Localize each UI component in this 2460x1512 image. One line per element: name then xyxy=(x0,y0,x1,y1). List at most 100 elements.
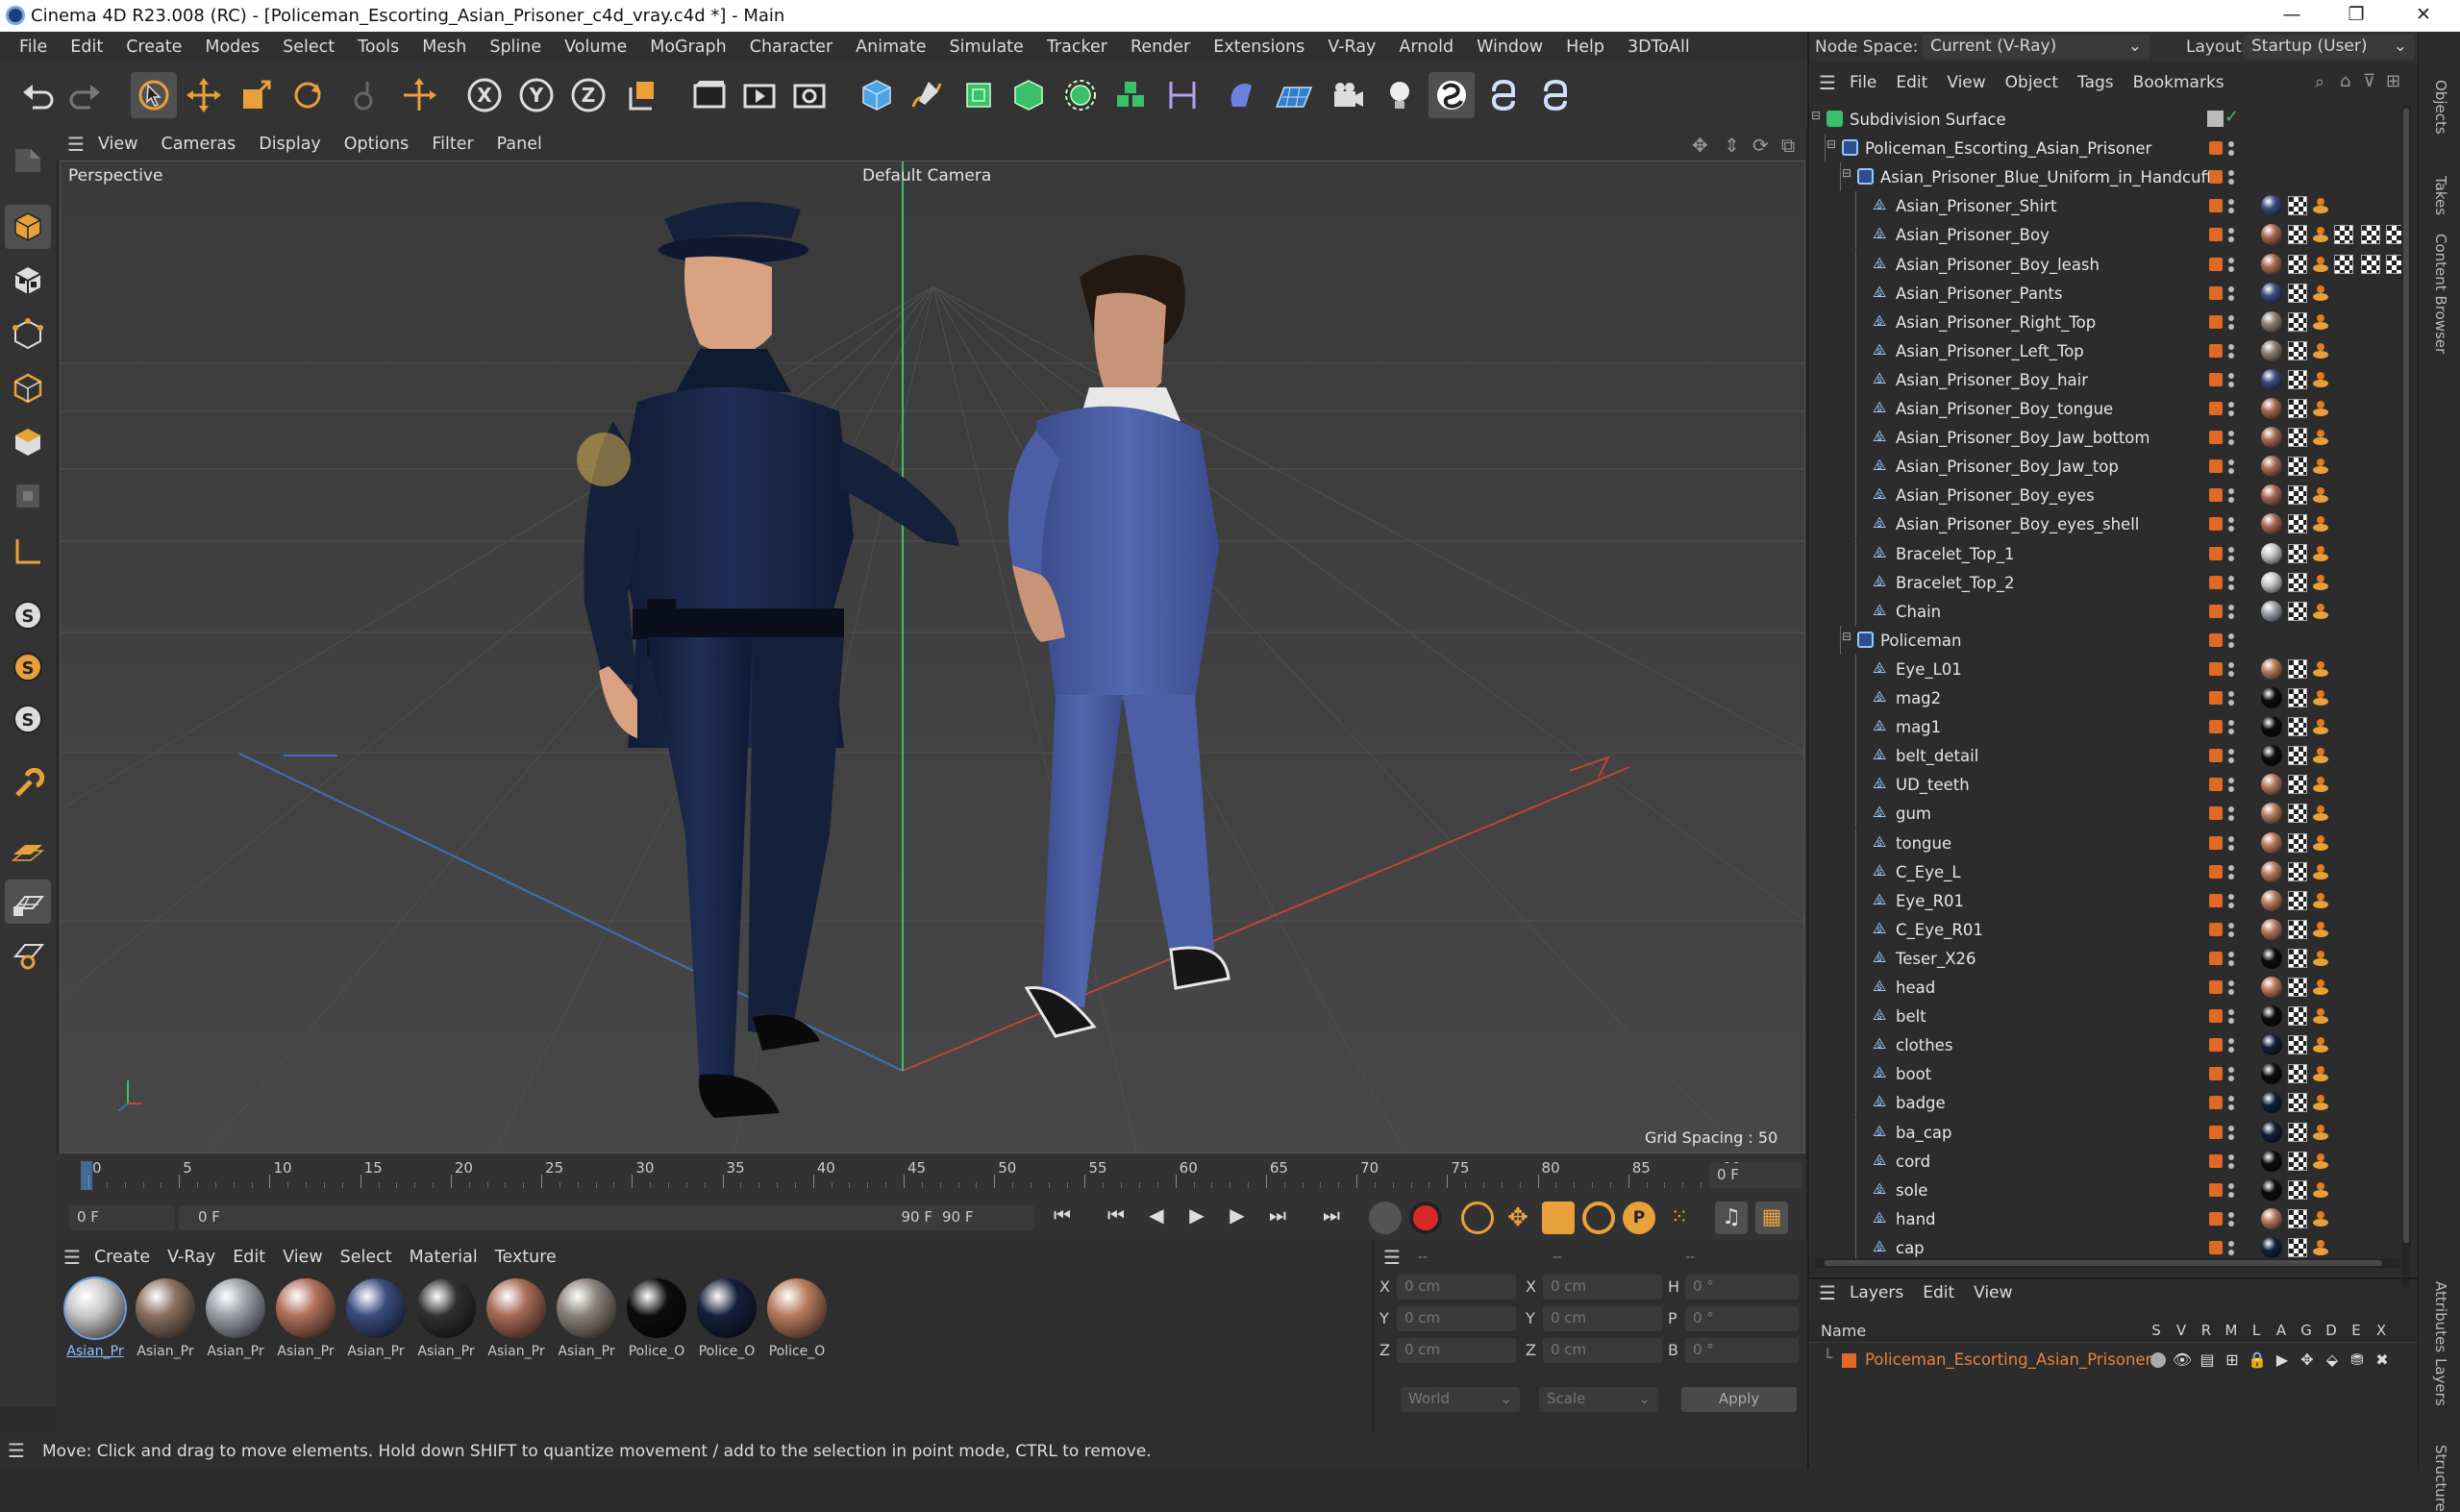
material-menu-view[interactable]: View xyxy=(283,1248,333,1267)
object-name[interactable]: head xyxy=(1896,979,1935,997)
uvw-tag-icon[interactable] xyxy=(2288,369,2307,389)
uvw-tag-icon[interactable] xyxy=(2288,485,2307,506)
uvw-tag-icon[interactable] xyxy=(2288,978,2307,997)
side-tab-structure[interactable]: Structure xyxy=(2432,1445,2449,1512)
coord-space-select[interactable]: World ⌄ xyxy=(1401,1387,1520,1412)
side-tab-takes[interactable]: Takes xyxy=(2432,176,2449,215)
status-hamburger-icon[interactable]: ☰ xyxy=(8,1439,25,1462)
previous-frame-icon[interactable]: ◀ xyxy=(1140,1203,1173,1227)
layer-color-swatch[interactable] xyxy=(2209,575,2223,589)
close-button[interactable]: ✕ xyxy=(2398,4,2448,29)
visibility-dots-icon[interactable] xyxy=(2228,1036,2234,1053)
material-menu-select[interactable]: Select xyxy=(340,1248,402,1267)
menu-extensions[interactable]: Extensions xyxy=(1202,37,1316,57)
object-row[interactable]: ⧌ C_Eye_R01 xyxy=(1809,914,2405,944)
visibility-dots-icon[interactable] xyxy=(2228,660,2234,678)
render-view-icon[interactable] xyxy=(736,72,783,118)
expand-toggle-icon[interactable]: ⊟ xyxy=(1842,166,1851,180)
material-swatch[interactable]: Asian_Pr xyxy=(272,1278,339,1371)
object-row[interactable]: ⧌ Eye_R01 xyxy=(1809,885,2405,915)
layer-color-swatch[interactable] xyxy=(2209,980,2223,994)
go-to-start-icon[interactable]: ⏮ xyxy=(1046,1203,1079,1227)
object-name[interactable]: gum xyxy=(1896,805,1931,823)
object-name[interactable]: badge xyxy=(1896,1094,1946,1112)
visibility-dots-icon[interactable] xyxy=(2228,197,2234,214)
material-tag-icon[interactable] xyxy=(2261,1034,2282,1056)
vray-tag-icon[interactable] xyxy=(2313,1066,2328,1082)
uvw-tag-icon[interactable] xyxy=(2288,196,2307,216)
vray-tag-icon[interactable] xyxy=(2313,921,2328,937)
layer-deformer-icon[interactable]: ⬙ xyxy=(2321,1351,2344,1370)
minimize-button[interactable]: — xyxy=(2267,4,2317,29)
object-name[interactable]: Asian_Prisoner_Shirt xyxy=(1896,197,2056,215)
layer-color-swatch[interactable] xyxy=(2209,1153,2223,1168)
material-tag-icon[interactable] xyxy=(2261,427,2282,449)
material-tag-icon[interactable] xyxy=(2261,774,2282,796)
layer-animation-icon[interactable]: ▶ xyxy=(2271,1351,2294,1370)
axis-mode-icon[interactable] xyxy=(5,530,51,574)
python-script-icon[interactable] xyxy=(1480,72,1527,118)
key-position-icon[interactable]: ✥ xyxy=(1502,1202,1534,1234)
field-icon[interactable] xyxy=(1217,72,1263,118)
material-tag-icon[interactable] xyxy=(2261,1150,2282,1172)
object-row[interactable]: ⧌ Chain xyxy=(1809,596,2405,626)
light-icon[interactable] xyxy=(1377,72,1423,118)
object-name[interactable]: tongue xyxy=(1896,834,1951,853)
material-tag-icon[interactable] xyxy=(2261,1207,2282,1229)
visibility-dots-icon[interactable] xyxy=(2228,313,2234,331)
render-region-icon[interactable] xyxy=(686,72,733,118)
visibility-dots-icon[interactable] xyxy=(2228,1181,2234,1199)
material-menu-texture[interactable]: Texture xyxy=(495,1248,566,1267)
uvw-tag-icon[interactable] xyxy=(2288,1093,2307,1113)
edge-mode-icon[interactable] xyxy=(5,366,51,410)
visibility-dots-icon[interactable] xyxy=(2228,921,2234,938)
side-tab-layers[interactable]: Layers xyxy=(2432,1358,2449,1406)
object-name[interactable]: C_Eye_R01 xyxy=(1896,921,1983,939)
vray-tag-icon[interactable] xyxy=(2313,806,2328,822)
undo-icon[interactable] xyxy=(13,72,60,118)
vray-tag-icon[interactable] xyxy=(2313,1153,2328,1169)
object-name[interactable]: Teser_X26 xyxy=(1896,950,1976,968)
key-pla-icon[interactable]: ⁙ xyxy=(1663,1202,1696,1234)
material-tag-icon[interactable] xyxy=(2261,657,2282,680)
layer-color-swatch[interactable] xyxy=(2209,1038,2223,1053)
menu-volume[interactable]: Volume xyxy=(553,37,638,57)
object-name[interactable]: sole xyxy=(1896,1181,1927,1200)
material-swatch[interactable]: Asian_Pr xyxy=(342,1278,410,1371)
vray-tag-icon[interactable] xyxy=(2313,777,2328,793)
material-tag-icon[interactable] xyxy=(2261,889,2282,911)
uvw-tag-icon[interactable] xyxy=(2361,225,2380,245)
vray-tag-icon[interactable] xyxy=(2313,748,2328,764)
search-icon[interactable]: ⌕ xyxy=(2315,72,2324,92)
object-name[interactable]: Asian_Prisoner_Right_Top xyxy=(1896,313,2096,332)
layer-solo-icon[interactable] xyxy=(2150,1352,2166,1368)
object-tree-scrollbar[interactable] xyxy=(2401,105,2411,1287)
layer-xref-icon[interactable]: ✖ xyxy=(2371,1351,2394,1370)
extrude-generator-icon[interactable] xyxy=(1006,72,1052,118)
layer-manager-icon[interactable]: ⊞ xyxy=(2221,1351,2244,1370)
y-axis-lock-icon[interactable]: Y xyxy=(513,72,559,118)
layer-color-swatch[interactable] xyxy=(2209,1182,2223,1197)
keyframe-selection-icon[interactable] xyxy=(1461,1202,1494,1234)
material-tag-icon[interactable] xyxy=(2261,368,2282,390)
vray-tag-icon[interactable] xyxy=(2313,1095,2328,1111)
object-row[interactable]: ⧌ cord xyxy=(1809,1146,2405,1176)
object-row[interactable]: ⧌ belt_detail xyxy=(1809,741,2405,771)
material-tag-icon[interactable] xyxy=(2261,542,2282,564)
subdivision-generator-icon[interactable] xyxy=(956,72,1002,118)
layer-color-swatch[interactable] xyxy=(2209,806,2223,821)
side-tab-objects[interactable]: Objects xyxy=(2432,80,2449,135)
menu-arnold[interactable]: Arnold xyxy=(1387,37,1465,57)
end-frame-field[interactable]: 90 F xyxy=(934,1205,1034,1230)
object-row[interactable]: ⊟ Policeman xyxy=(1809,625,2405,655)
layer-expression-icon[interactable]: ⛃ xyxy=(2346,1351,2369,1370)
material-tag-icon[interactable] xyxy=(2261,860,2282,882)
material-menu-create[interactable]: Create xyxy=(94,1248,160,1267)
expand-toggle-icon[interactable]: ⊟ xyxy=(1842,630,1851,643)
objects-menu-view[interactable]: View xyxy=(1947,73,1995,92)
snap-settings-icon[interactable]: S xyxy=(5,645,51,689)
material-tag-icon[interactable] xyxy=(2261,513,2282,535)
vray-tag-icon[interactable] xyxy=(2313,1210,2328,1227)
pen-spline-icon[interactable] xyxy=(904,72,950,118)
object-row[interactable]: ⧌ ba_cap xyxy=(1809,1117,2405,1147)
